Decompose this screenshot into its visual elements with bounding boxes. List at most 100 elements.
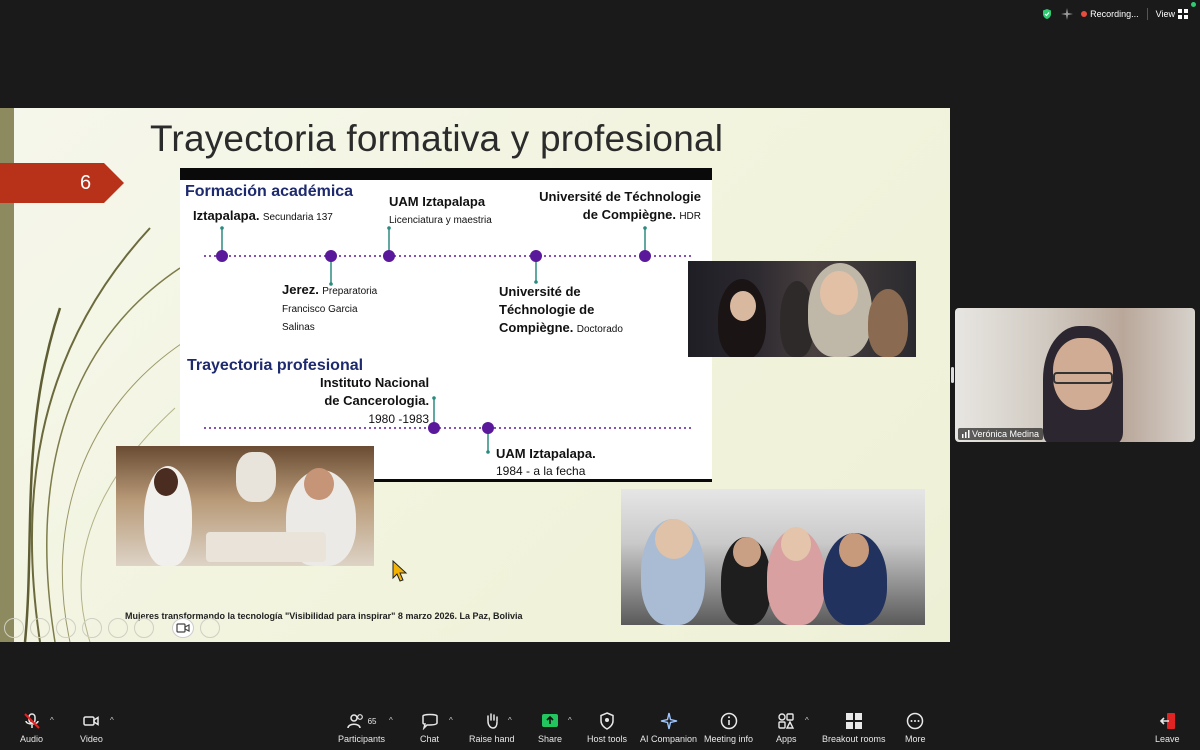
share-caret-icon[interactable]: ^ bbox=[568, 716, 572, 725]
recording-dot-icon bbox=[1081, 11, 1088, 17]
milestone-uam-title: UAM Iztapalapa bbox=[389, 194, 486, 209]
pen-icon[interactable] bbox=[56, 618, 76, 638]
milestone-utc-hdr-detail: HDR bbox=[679, 211, 701, 222]
apps-button[interactable]: Apps bbox=[776, 712, 797, 744]
milestone-jerez-detail: Preparatoria bbox=[322, 286, 378, 297]
video-camera-icon bbox=[83, 716, 100, 726]
participants-caret-icon[interactable]: ^ bbox=[389, 716, 393, 725]
section-professional-heading: Trayectoria profesional bbox=[187, 357, 364, 374]
top-bar: Recording... View bbox=[0, 0, 1200, 32]
hand-icon bbox=[487, 713, 498, 729]
sparkle-icon[interactable] bbox=[1061, 8, 1074, 20]
milestone-jerez-title: Jerez. bbox=[282, 282, 319, 297]
milestone-jerez: Jerez. Preparatoria Francisco Garcia Sal… bbox=[282, 281, 377, 336]
leave-label: Leave bbox=[1155, 734, 1180, 744]
participants-label: Participants bbox=[338, 734, 386, 744]
raise-hand-label: Raise hand bbox=[469, 734, 515, 744]
more-button[interactable]: More bbox=[905, 712, 926, 744]
milestone-uam-prof-title: UAM Iztapalapa. bbox=[496, 446, 596, 461]
slide-number: 6 bbox=[80, 172, 92, 194]
milestone-utc-hdr-title: de Compiègne. bbox=[582, 207, 676, 222]
recording-label: Recording... bbox=[1090, 9, 1139, 19]
participants-button[interactable]: 65 Participants bbox=[338, 712, 385, 744]
connection-status-dot bbox=[1191, 2, 1196, 7]
slide-number-badge: 6 bbox=[0, 163, 124, 203]
view-button[interactable]: View bbox=[1156, 9, 1188, 19]
view-grid-icon bbox=[1178, 9, 1188, 19]
host-shield-icon bbox=[600, 712, 614, 730]
breakout-rooms-icon bbox=[845, 713, 862, 729]
slides-grid-icon[interactable] bbox=[82, 618, 102, 638]
info-icon bbox=[720, 712, 737, 730]
milestone-incan-line2: de Cancerologia. bbox=[324, 393, 430, 408]
audio-button[interactable]: Audio bbox=[20, 712, 43, 744]
share-label: Share bbox=[538, 734, 563, 744]
participants-icon bbox=[346, 714, 363, 729]
zoom-icon[interactable] bbox=[108, 618, 128, 638]
milestone-utc-doc-title: Compiègne. bbox=[499, 320, 574, 335]
photo-young-group bbox=[688, 261, 916, 357]
raise-hand-caret-icon[interactable]: ^ bbox=[508, 716, 512, 725]
more-label: More bbox=[905, 734, 926, 744]
more-dots-icon bbox=[907, 712, 924, 730]
video-label: Video bbox=[80, 734, 103, 744]
milestone-utc-doc-detail: Doctorado bbox=[576, 324, 623, 335]
participant-name-tag: Verónica Medina bbox=[958, 428, 1044, 440]
apps-caret-icon[interactable]: ^ bbox=[805, 716, 809, 725]
panel-resize-handle[interactable] bbox=[951, 367, 954, 383]
milestone-utc-doc-line2: Téchnologie de bbox=[499, 302, 595, 317]
prev-slide-icon[interactable] bbox=[4, 618, 24, 638]
milestone-uam-prof: UAM Iztapalapa. 1984 - a la fecha bbox=[496, 445, 596, 480]
divider bbox=[1146, 8, 1148, 20]
mouse-cursor-icon bbox=[392, 560, 408, 582]
milestone-incan-years: 1980 -1983 bbox=[368, 412, 430, 426]
video-options-caret-icon[interactable]: ^ bbox=[110, 716, 114, 725]
breakout-rooms-button[interactable]: Breakout rooms bbox=[822, 712, 886, 744]
subtitles-icon[interactable] bbox=[134, 618, 154, 638]
section-academic-heading: Formación académica bbox=[185, 183, 354, 200]
milestone-incan: Instituto Nacional de Cancerologia. 1980… bbox=[320, 374, 429, 428]
ai-companion-label: AI Companion bbox=[640, 734, 698, 744]
milestone-jerez-line3: Salinas bbox=[282, 322, 315, 333]
next-slide-icon[interactable] bbox=[30, 618, 50, 638]
host-tools-button[interactable]: Host tools bbox=[587, 712, 627, 744]
ai-companion-button[interactable]: AI Companion bbox=[640, 712, 697, 744]
milestone-jerez-line2: Francisco Garcia bbox=[282, 304, 358, 315]
participant-video-tile[interactable]: Verónica Medina bbox=[955, 308, 1195, 442]
meeting-info-label: Meeting info bbox=[704, 734, 754, 744]
audio-level-icon bbox=[962, 430, 970, 438]
camera-icon[interactable] bbox=[172, 618, 194, 638]
chat-label: Chat bbox=[420, 734, 440, 744]
chat-caret-icon[interactable]: ^ bbox=[449, 716, 453, 725]
video-button[interactable]: Video bbox=[80, 712, 103, 744]
audio-options-caret-icon[interactable]: ^ bbox=[50, 716, 54, 725]
milestone-incan-line1: Instituto Nacional bbox=[320, 375, 430, 390]
host-tools-label: Host tools bbox=[587, 734, 628, 744]
recording-indicator[interactable]: Recording... bbox=[1081, 9, 1139, 19]
meeting-toolbar: Audio ^ Video ^ 65 Participants ^ Chat ^… bbox=[0, 700, 1200, 750]
glasses-icon bbox=[1053, 372, 1113, 384]
mic-muted-icon bbox=[23, 713, 40, 729]
shield-icon[interactable] bbox=[1041, 8, 1053, 20]
milestone-uam: UAM Iztapalapa Licenciatura y maestria bbox=[389, 193, 492, 229]
more-options-icon[interactable] bbox=[200, 618, 220, 638]
participant-name: Verónica Medina bbox=[972, 429, 1040, 439]
milestone-iztapalapa-title: Iztapalapa. bbox=[193, 208, 260, 223]
milestone-utc-doc-line1: Université de bbox=[499, 284, 581, 299]
apps-label: Apps bbox=[776, 734, 797, 744]
slide-controls bbox=[4, 618, 154, 638]
timeline-card: Formación académica Iztapalapa. Secundar… bbox=[180, 168, 712, 482]
photo-recent-group bbox=[621, 489, 925, 625]
leave-door-icon bbox=[1160, 713, 1176, 729]
share-button[interactable]: Share bbox=[538, 712, 562, 744]
breakout-rooms-label: Breakout rooms bbox=[822, 734, 886, 744]
participants-count: 65 bbox=[367, 716, 377, 726]
apps-icon bbox=[778, 713, 795, 729]
leave-button[interactable]: Leave bbox=[1155, 712, 1180, 744]
shared-slide: 6 Trayectoria formativa y profesional Fo… bbox=[0, 108, 950, 642]
chat-button[interactable]: Chat bbox=[420, 712, 439, 744]
meeting-info-button[interactable]: Meeting info bbox=[704, 712, 753, 744]
chat-bubble-icon bbox=[421, 713, 438, 730]
milestone-uam-detail: Licenciatura y maestria bbox=[389, 215, 492, 226]
audio-label: Audio bbox=[20, 734, 44, 744]
